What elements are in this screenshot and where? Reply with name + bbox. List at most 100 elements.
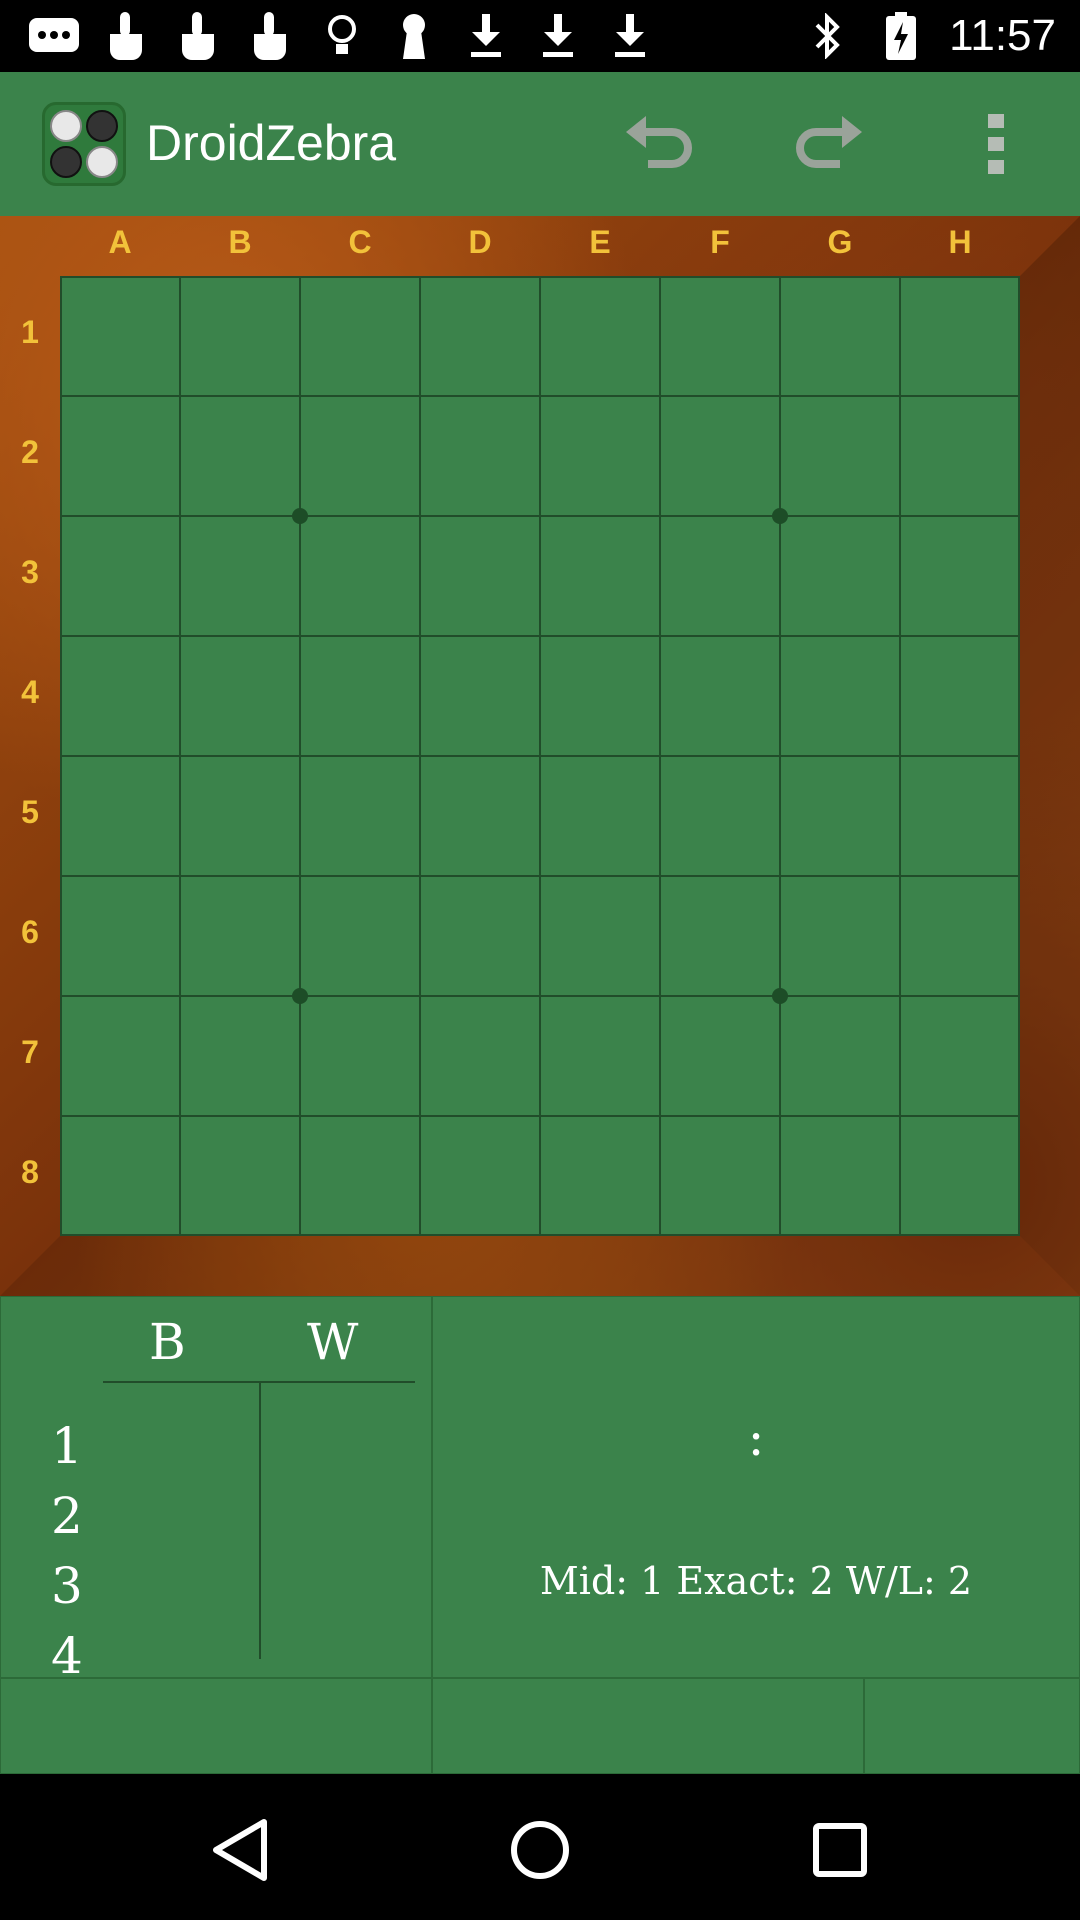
board-square[interactable] (60, 756, 180, 876)
board-square[interactable] (540, 756, 660, 876)
row-label: 7 (21, 1034, 39, 1070)
board-square[interactable] (660, 996, 780, 1116)
battery-charging-icon (875, 10, 927, 62)
board-square[interactable] (660, 516, 780, 636)
board-square[interactable] (540, 636, 660, 756)
board-square[interactable] (540, 1116, 660, 1236)
column-label: D (468, 224, 492, 260)
board-square[interactable] (900, 276, 1020, 396)
keyhole-icon (388, 10, 440, 62)
board-square[interactable] (660, 756, 780, 876)
score-display: : (747, 1409, 765, 1467)
board-square[interactable] (420, 636, 540, 756)
star-point (292, 508, 308, 524)
board-square[interactable] (180, 996, 300, 1116)
board-square[interactable] (780, 516, 900, 636)
board-square[interactable] (300, 1116, 420, 1236)
board-square[interactable] (180, 396, 300, 516)
board-square[interactable] (660, 276, 780, 396)
row-label: 3 (21, 554, 39, 590)
board-square[interactable] (60, 996, 180, 1116)
download-icon (532, 10, 584, 62)
more-options-button[interactable] (970, 104, 1022, 184)
board-square[interactable] (780, 1116, 900, 1236)
board-square[interactable] (900, 876, 1020, 996)
row-label: 8 (21, 1154, 39, 1190)
column-label: G (827, 224, 853, 260)
board-square[interactable] (780, 276, 900, 396)
board-square[interactable] (300, 756, 420, 876)
othello-board[interactable] (60, 276, 1020, 1236)
board-square[interactable] (660, 636, 780, 756)
move-number: 1 (51, 1417, 83, 1475)
back-button[interactable] (200, 1810, 280, 1890)
board-square[interactable] (60, 276, 180, 396)
board-square[interactable] (660, 876, 780, 996)
board-square[interactable] (420, 876, 540, 996)
board-square[interactable] (300, 876, 420, 996)
board-square[interactable] (60, 1116, 180, 1236)
board-square[interactable] (900, 396, 1020, 516)
board-square[interactable] (420, 1116, 540, 1236)
status-bar: 11:57 (0, 0, 1080, 72)
board-square[interactable] (180, 876, 300, 996)
board-square[interactable] (300, 996, 420, 1116)
move-list-panel: B W 1 2 3 4 (0, 1296, 432, 1685)
board-square[interactable] (900, 636, 1020, 756)
board-square[interactable] (420, 516, 540, 636)
board-square[interactable] (300, 636, 420, 756)
board-square[interactable] (60, 396, 180, 516)
board-square[interactable] (540, 996, 660, 1116)
move-number: 4 (51, 1627, 83, 1685)
board-square[interactable] (420, 396, 540, 516)
board-square[interactable] (780, 996, 900, 1116)
board-square[interactable] (780, 636, 900, 756)
back-icon (213, 1819, 267, 1881)
navigation-bar (0, 1774, 1080, 1920)
board-square[interactable] (900, 756, 1020, 876)
board-square[interactable] (900, 1116, 1020, 1236)
recents-button[interactable] (800, 1810, 880, 1890)
board-frame: A B C D E F G H 1 2 3 4 5 6 7 8 (0, 216, 1080, 1296)
move-number: 2 (51, 1487, 83, 1545)
column-divider (259, 1383, 261, 1659)
row-label: 2 (21, 434, 39, 470)
board-square[interactable] (300, 396, 420, 516)
more-vert-icon (988, 114, 1004, 174)
board-square[interactable] (300, 516, 420, 636)
board-square[interactable] (660, 396, 780, 516)
bluetooth-icon (801, 10, 853, 62)
white-column-header: W (307, 1313, 359, 1371)
app-title: DroidZebra (146, 115, 397, 171)
board-square[interactable] (420, 996, 540, 1116)
board-square[interactable] (900, 516, 1020, 636)
board-square[interactable] (180, 516, 300, 636)
board-square[interactable] (180, 276, 300, 396)
undo-button[interactable] (620, 104, 700, 184)
home-button[interactable] (500, 1810, 580, 1890)
board-square[interactable] (900, 996, 1020, 1116)
board-square[interactable] (540, 396, 660, 516)
clock: 11:57 (949, 11, 1056, 60)
board-square[interactable] (540, 516, 660, 636)
board-square[interactable] (60, 516, 180, 636)
board-square[interactable] (540, 876, 660, 996)
board-square[interactable] (780, 756, 900, 876)
redo-button[interactable] (788, 104, 868, 184)
board-square[interactable] (180, 636, 300, 756)
board-square[interactable] (60, 636, 180, 756)
board-square[interactable] (420, 756, 540, 876)
board-square[interactable] (660, 1116, 780, 1236)
board-square[interactable] (420, 276, 540, 396)
board-square[interactable] (60, 876, 180, 996)
star-point (772, 508, 788, 524)
board-square[interactable] (780, 396, 900, 516)
board-square[interactable] (780, 876, 900, 996)
board-square[interactable] (300, 276, 420, 396)
row-label: 1 (21, 314, 39, 350)
board-square[interactable] (180, 1116, 300, 1236)
download-icon (460, 10, 512, 62)
row-label: 6 (21, 914, 39, 950)
board-square[interactable] (180, 756, 300, 876)
board-square[interactable] (540, 276, 660, 396)
